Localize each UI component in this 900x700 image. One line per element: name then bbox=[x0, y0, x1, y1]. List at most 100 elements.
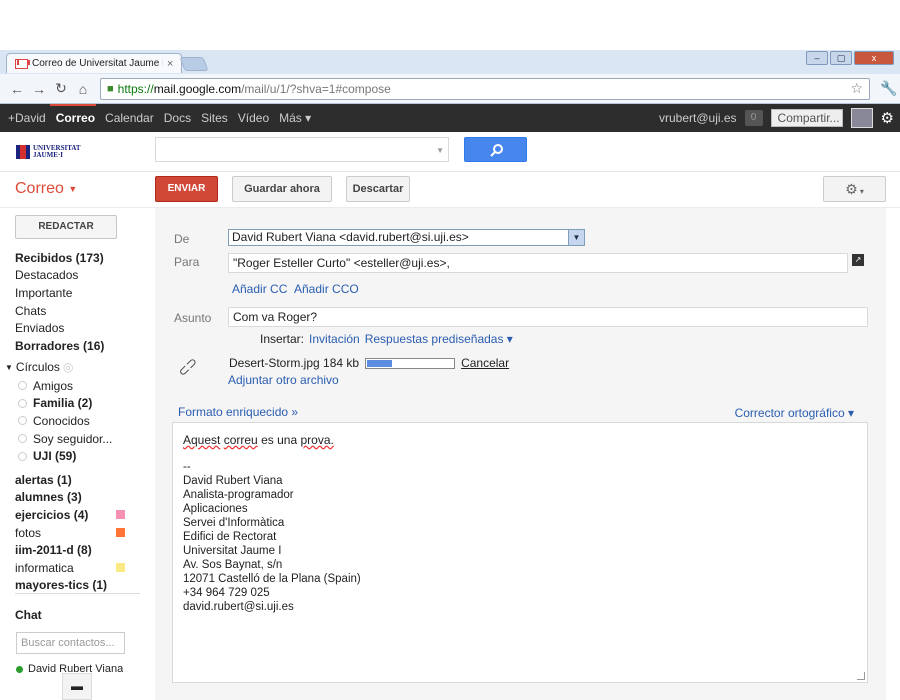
tab-close-icon[interactable]: × bbox=[167, 58, 181, 70]
close-window-button[interactable]: x bbox=[854, 51, 894, 65]
body-text: Aquest correu es una prova. bbox=[183, 433, 857, 447]
circle-dot-icon bbox=[18, 416, 27, 426]
active-indicator bbox=[50, 104, 96, 106]
settings-menu-button[interactable]: ⚙ ▾ bbox=[823, 176, 886, 202]
label-item[interactable]: alertas (1) bbox=[15, 471, 125, 489]
add-bcc-link[interactable]: Añadir CCO bbox=[294, 282, 359, 296]
circle-item[interactable]: Familia (2) bbox=[18, 395, 138, 413]
save-now-button[interactable]: Guardar ahora bbox=[232, 176, 332, 202]
label-item[interactable]: iim-2011-d (8) bbox=[15, 541, 125, 559]
insert-label: Insertar: bbox=[260, 332, 305, 346]
paperclip-icon: ⊂⊃ bbox=[174, 353, 201, 380]
canned-responses-link[interactable]: Respuestas prediseñadas ▾ bbox=[365, 332, 513, 346]
compose-panel: De David Rubert Viana <david.rubert@si.u… bbox=[155, 208, 886, 700]
compose-button[interactable]: REDACTAR bbox=[15, 215, 117, 239]
discard-button[interactable]: Descartar bbox=[346, 176, 410, 202]
search-button[interactable] bbox=[464, 137, 527, 162]
popout-icon[interactable]: ↗ bbox=[852, 254, 864, 266]
dropdown-arrow-icon[interactable]: ▼ bbox=[568, 230, 584, 245]
sidebar-item-sent[interactable]: Enviados bbox=[15, 319, 145, 337]
gbar-item-more[interactable]: Más ▾ bbox=[279, 111, 311, 125]
label-item[interactable]: fotos bbox=[15, 524, 125, 542]
upload-progress-bar bbox=[365, 357, 456, 369]
label-item[interactable]: informatica bbox=[15, 559, 125, 577]
contact-search-input[interactable]: Buscar contactos... bbox=[16, 632, 125, 654]
gear-icon: ⚙ bbox=[845, 181, 858, 197]
attach-another-link[interactable]: Adjuntar otro archivo bbox=[228, 373, 339, 387]
circles-header[interactable]: ▼ Círculos ◎ bbox=[5, 360, 73, 374]
url-path: /mail/u/1/?shva=1#compose bbox=[241, 81, 391, 96]
notification-count[interactable]: 0 bbox=[744, 110, 763, 126]
sidebar-item-drafts[interactable]: Borradores (16) bbox=[15, 337, 145, 355]
subject-field[interactable]: Com va Roger? bbox=[228, 307, 868, 327]
search-input[interactable]: ▼ bbox=[155, 137, 449, 162]
address-bar[interactable]: ■ https://mail.google.com/mail/u/1/?shva… bbox=[100, 77, 870, 100]
browser-tab[interactable]: Correo de Universitat Jaume I × bbox=[6, 53, 182, 73]
new-tab-button[interactable] bbox=[179, 57, 209, 71]
label-item[interactable]: mayores-tics (1) bbox=[15, 577, 125, 595]
share-button[interactable]: Compartir... bbox=[770, 109, 843, 127]
wrench-icon[interactable]: 🔧 bbox=[880, 80, 897, 97]
label-item[interactable]: alumnes (3) bbox=[15, 489, 125, 507]
gbar-item-sites[interactable]: Sites bbox=[201, 111, 228, 125]
home-icon[interactable]: ⌂ bbox=[72, 81, 94, 97]
body-word: prova. bbox=[300, 433, 334, 447]
label-color-swatch bbox=[116, 510, 125, 520]
gbar-item-david[interactable]: +David bbox=[8, 111, 46, 125]
cancel-upload-link[interactable]: Cancelar bbox=[461, 356, 509, 370]
send-button[interactable]: ENVIAR bbox=[155, 176, 218, 202]
rich-format-link[interactable]: Formato enriquecido » bbox=[178, 405, 298, 419]
label-item[interactable]: ejercicios (4) bbox=[15, 506, 125, 524]
circles-icon: ◎ bbox=[62, 360, 74, 374]
sidebar: REDACTAR Recibidos (173) Destacados Impo… bbox=[0, 208, 148, 700]
label-name: iim-2011-d (8) bbox=[15, 543, 92, 558]
subject-label: Asunto bbox=[174, 311, 212, 325]
caret-down-icon: ▼ bbox=[68, 183, 78, 194]
label-name: fotos bbox=[15, 525, 42, 540]
circle-item[interactable]: Conocidos bbox=[18, 412, 138, 430]
circles-title: Círculos bbox=[15, 360, 60, 374]
attachment-row: Desert-Storm.jpg 184 kb Cancelar bbox=[229, 356, 509, 370]
circle-item[interactable]: Soy seguidor... bbox=[18, 430, 138, 448]
circle-label: Amigos bbox=[33, 378, 74, 393]
gbar-item-video[interactable]: Vídeo bbox=[238, 111, 269, 125]
reload-icon[interactable]: ↻ bbox=[50, 80, 72, 97]
sidebar-item-starred[interactable]: Destacados bbox=[15, 267, 145, 285]
resize-handle-icon[interactable] bbox=[857, 672, 865, 680]
circle-label: Familia (2) bbox=[33, 396, 93, 411]
gbar-item-correo[interactable]: Correo bbox=[56, 111, 95, 125]
search-options-arrow-icon[interactable]: ▼ bbox=[436, 146, 444, 155]
insert-invitation-link[interactable]: Invitación bbox=[309, 332, 360, 346]
sidebar-item-important[interactable]: Importante bbox=[15, 284, 145, 302]
body-word: correu bbox=[223, 433, 258, 447]
minimize-button[interactable]: – bbox=[806, 51, 828, 65]
gmail-icon bbox=[15, 58, 28, 69]
gbar-item-docs[interactable]: Docs bbox=[164, 111, 191, 125]
label-name: informatica bbox=[15, 560, 74, 575]
settings-gear-icon[interactable]: ⚙ bbox=[881, 109, 894, 127]
circle-dot-icon bbox=[18, 434, 27, 444]
avatar[interactable] bbox=[850, 108, 873, 128]
account-email[interactable]: vrubert@uji.es bbox=[659, 111, 737, 125]
bookmark-star-icon[interactable]: ☆ bbox=[850, 80, 863, 97]
google-bar: +David Correo Calendar Docs Sites Vídeo … bbox=[0, 104, 900, 132]
sidebar-item-inbox[interactable]: Recibidos (173) bbox=[15, 249, 145, 267]
circle-item[interactable]: Amigos bbox=[18, 377, 138, 395]
sidebar-item-chats[interactable]: Chats bbox=[15, 302, 145, 320]
circle-item[interactable]: UJI (59) bbox=[18, 447, 138, 465]
university-logo[interactable]: UNIVERSITAT JAUME·I bbox=[16, 143, 86, 161]
from-label: De bbox=[174, 232, 190, 246]
to-field[interactable]: "Roger Esteller Curto" <esteller@uji.es>… bbox=[228, 253, 848, 273]
url-scheme: https:// bbox=[117, 81, 154, 96]
chat-bubble-icon[interactable]: ▬ bbox=[62, 673, 92, 700]
back-icon[interactable]: ← bbox=[6, 81, 28, 97]
forward-icon[interactable]: → bbox=[28, 81, 50, 97]
add-cc-link[interactable]: Añadir CC bbox=[232, 282, 287, 296]
app-switcher[interactable]: Correo ▼ bbox=[15, 180, 77, 198]
from-select[interactable]: David Rubert Viana <david.rubert@si.uji.… bbox=[228, 229, 585, 246]
spell-check-link[interactable]: Corrector ortográfico ▾ bbox=[735, 406, 854, 420]
message-body[interactable]: Aquest correu es una prova. -- David Rub… bbox=[172, 422, 868, 683]
browser-toolbar: ← → ↻ ⌂ ■ https://mail.google.com/mail/u… bbox=[0, 74, 900, 104]
gbar-item-calendar[interactable]: Calendar bbox=[105, 111, 154, 125]
maximize-button[interactable]: ▢ bbox=[830, 51, 852, 65]
